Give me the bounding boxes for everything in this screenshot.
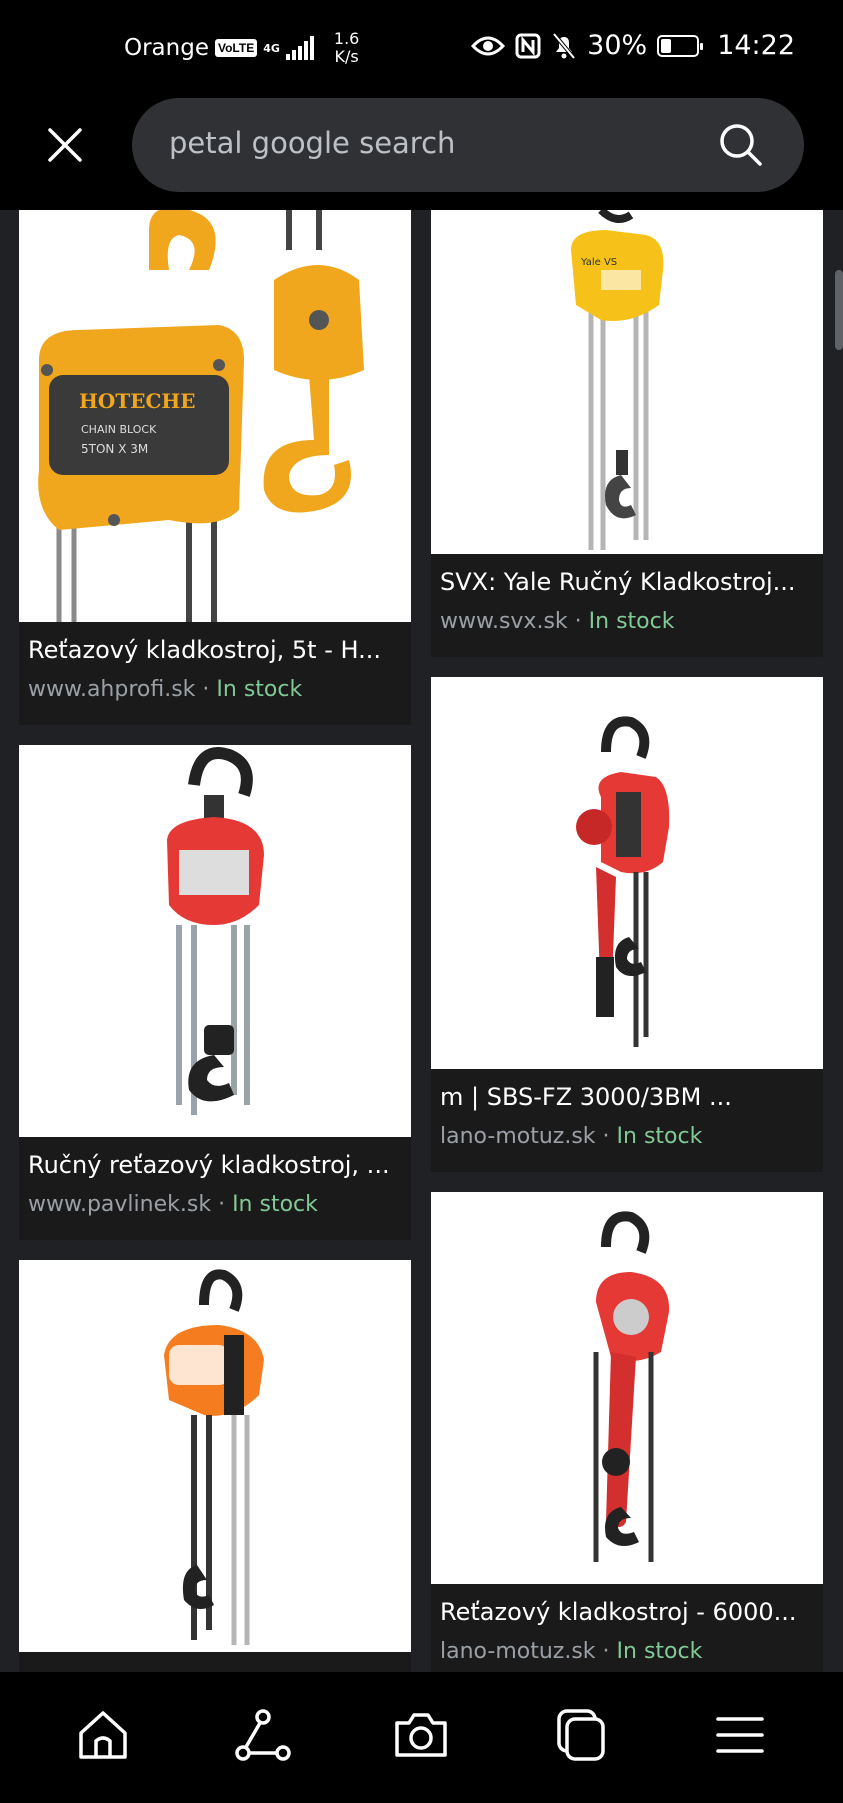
image-results-grid: HOTECHE CHAIN BLOCK 5TON X 3M Reťazový k… (0, 210, 843, 1672)
result-image-3[interactable] (19, 745, 411, 1137)
result-title-2[interactable]: SVX: Yale Ručný Kladkostroj... (440, 568, 818, 596)
result-meta-1: www.ahprofi.sk · In stock (28, 677, 302, 702)
svg-text:CHAIN BLOCK: CHAIN BLOCK (81, 423, 157, 436)
result-stock-4: In stock (616, 1124, 703, 1149)
chain-hoist-image (167, 747, 264, 1115)
svg-text:Yale VS: Yale VS (580, 257, 617, 268)
lever-hoist-image (593, 1211, 670, 1562)
search-query[interactable]: petal google search (169, 126, 455, 160)
result-meta-4: lano-motuz.sk · In stock (440, 1124, 702, 1149)
result-source-1[interactable]: www.ahprofi.sk (28, 677, 195, 702)
result-source-4[interactable]: lano-motuz.sk (440, 1124, 596, 1149)
result-title-6[interactable]: Reťazový kladkostroj - 6000... (440, 1598, 818, 1626)
result-image-1[interactable]: HOTECHE CHAIN BLOCK 5TON X 3M (19, 210, 411, 622)
share-icon[interactable] (233, 1705, 293, 1765)
status-left: Orange VoLTE 4G 1.6 K/s (124, 30, 359, 66)
result-source-2[interactable]: www.svx.sk (440, 609, 568, 634)
result-image-6[interactable] (431, 1192, 823, 1584)
result-meta-3: www.pavlinek.sk · In stock (28, 1192, 318, 1217)
result-meta-6: lano-motuz.sk · In stock (440, 1639, 702, 1664)
result-title-4[interactable]: m | SBS-FZ 3000/3BM ... (440, 1083, 818, 1111)
result-card-5[interactable] (19, 1260, 411, 1672)
chain-hoist-image (164, 1269, 264, 1645)
clock: 14:22 (717, 30, 795, 61)
status-right: 30% 14:22 (471, 30, 795, 61)
svg-text:5TON X 3M: 5TON X 3M (81, 442, 148, 456)
result-card-2[interactable]: Yale VS SVX: Yale Ručný Kladkostroj... w… (431, 210, 823, 657)
search-header: petal google search (0, 98, 843, 210)
result-separator-4: · (602, 1124, 610, 1149)
volte-badge: VoLTE (214, 39, 258, 57)
signal-icon (285, 36, 314, 60)
bottom-nav (0, 1672, 843, 1803)
chain-hoist-image: Yale VS (571, 210, 664, 550)
menu-icon[interactable] (710, 1705, 770, 1765)
result-card-3[interactable]: Ručný reťazový kladkostroj, ... www.pavl… (19, 745, 411, 1240)
status-bar: Orange VoLTE 4G 1.6 K/s 30% 14:22 (0, 0, 843, 98)
result-stock-6: In stock (616, 1639, 703, 1664)
svg-text:HOTECHE: HOTECHE (79, 389, 196, 413)
result-title-3[interactable]: Ručný reťazový kladkostroj, ... (28, 1151, 406, 1179)
close-icon[interactable] (40, 120, 90, 170)
network-speed: 1.6 K/s (334, 30, 359, 66)
result-separator-1: · (202, 677, 210, 702)
result-image-2[interactable]: Yale VS (431, 210, 823, 554)
search-input[interactable]: petal google search (132, 98, 804, 192)
lever-hoist-image (576, 716, 670, 1047)
result-separator-2: · (574, 609, 582, 634)
result-separator-3: · (218, 1192, 226, 1217)
result-separator-6: · (602, 1639, 610, 1664)
speed-value: 1.6 (333, 29, 360, 48)
network-type: 4G (263, 41, 280, 55)
nfc-icon (515, 33, 541, 58)
result-card-4[interactable]: m | SBS-FZ 3000/3BM ... lano-motuz.sk · … (431, 677, 823, 1172)
result-meta-2: www.svx.sk · In stock (440, 609, 674, 634)
result-image-5[interactable] (19, 1260, 411, 1652)
chain-hoist-image: HOTECHE CHAIN BLOCK 5TON X 3M (38, 210, 364, 622)
home-icon[interactable] (73, 1705, 133, 1765)
battery-percent: 30% (587, 30, 648, 61)
result-stock-1: In stock (216, 677, 303, 702)
result-card-6[interactable]: Reťazový kladkostroj - 6000... lano-motu… (431, 1192, 823, 1672)
camera-icon[interactable] (391, 1705, 451, 1765)
result-source-6[interactable]: lano-motuz.sk (440, 1639, 596, 1664)
search-icon[interactable] (718, 122, 764, 168)
result-title-1[interactable]: Reťazový kladkostroj, 5t - H... (28, 636, 406, 664)
result-stock-3: In stock (232, 1192, 318, 1217)
carrier-name: Orange (124, 35, 209, 61)
result-image-4[interactable] (431, 677, 823, 1069)
eye-icon (471, 36, 506, 55)
mute-bell-icon (552, 32, 576, 59)
result-card-1[interactable]: HOTECHE CHAIN BLOCK 5TON X 3M Reťazový k… (19, 210, 411, 725)
tabs-icon[interactable] (551, 1705, 611, 1765)
scrollbar[interactable] (835, 270, 843, 350)
result-source-3[interactable]: www.pavlinek.sk (28, 1192, 211, 1217)
result-stock-2: In stock (588, 609, 675, 634)
speed-unit: K/s (334, 47, 359, 66)
battery-icon (657, 34, 704, 57)
